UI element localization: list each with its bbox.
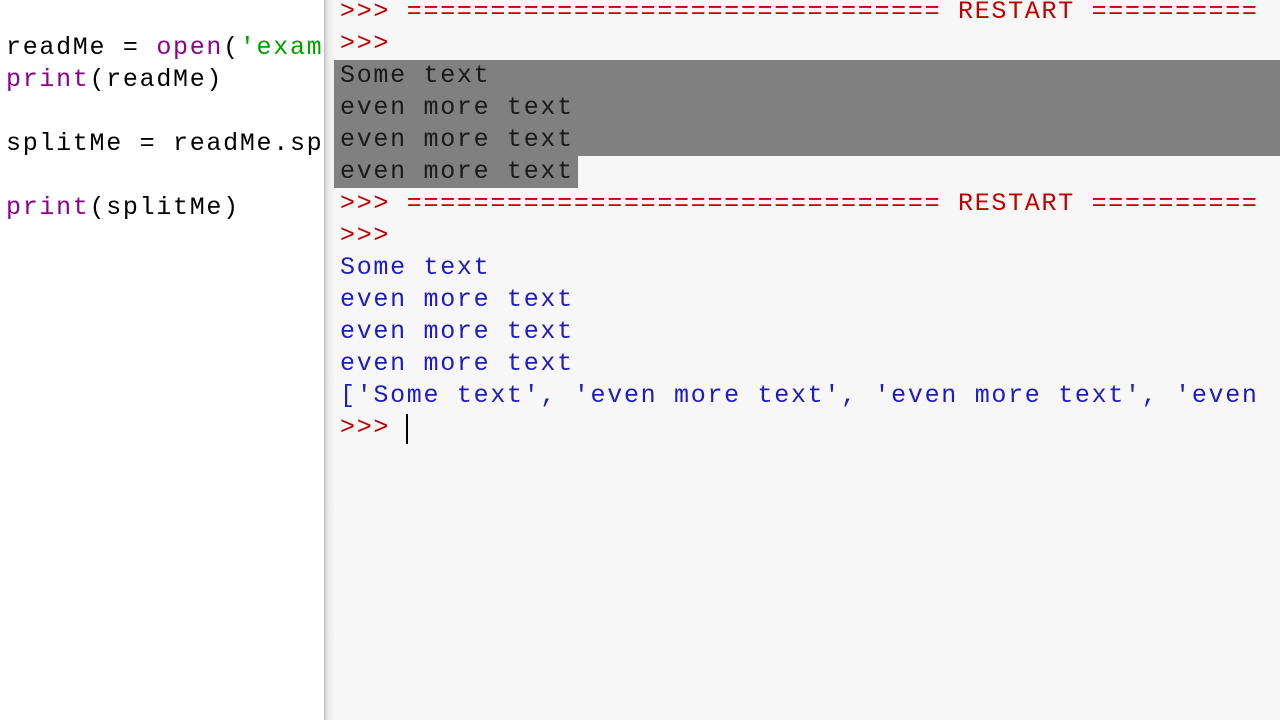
code-token: open (156, 33, 224, 62)
output-line[interactable]: Some text (340, 60, 490, 92)
output-line[interactable]: even more text (340, 156, 574, 188)
code-token: ( (223, 33, 240, 62)
code-token: (splitMe) (89, 193, 240, 222)
editor-line-1[interactable]: readMe = open('exam (6, 32, 323, 64)
output-line[interactable]: even more text (340, 316, 574, 348)
pane-divider[interactable] (324, 0, 334, 720)
output-line[interactable]: even more text (340, 284, 574, 316)
output-line[interactable]: even more text (340, 348, 574, 380)
list-output-line[interactable]: ['Some text', 'even more text', 'even mo… (340, 380, 1259, 412)
editor-line-2[interactable]: print(readMe) (6, 64, 223, 96)
editor-pane[interactable]: readMe = open('exam print(readMe) splitM… (0, 0, 326, 720)
code-token: 'exam (239, 33, 324, 62)
shell-input-prompt[interactable]: >>> (340, 412, 407, 444)
code-token: print (6, 65, 90, 94)
code-token: print (6, 193, 90, 222)
shell-prompt: >>> (340, 221, 391, 250)
editor-line-4[interactable]: splitMe = readMe.sp (6, 128, 323, 160)
python-shell-pane[interactable]: >>> ================================ RES… (334, 0, 1280, 720)
editor-line-6[interactable]: print(splitMe) (6, 192, 240, 224)
restart-line: >>> ================================ RES… (340, 0, 1259, 26)
output-line[interactable]: Some text (340, 252, 490, 284)
output-line[interactable]: even more text (340, 92, 574, 124)
code-token: (readMe) (89, 65, 224, 94)
output-line[interactable]: even more text (340, 124, 574, 156)
shell-prompt: >>> (340, 29, 391, 58)
text-cursor (406, 414, 408, 444)
code-token: splitMe = readMe.sp (6, 129, 324, 158)
code-token: readMe = (6, 33, 157, 62)
restart-line: >>> ================================ RES… (340, 189, 1259, 218)
